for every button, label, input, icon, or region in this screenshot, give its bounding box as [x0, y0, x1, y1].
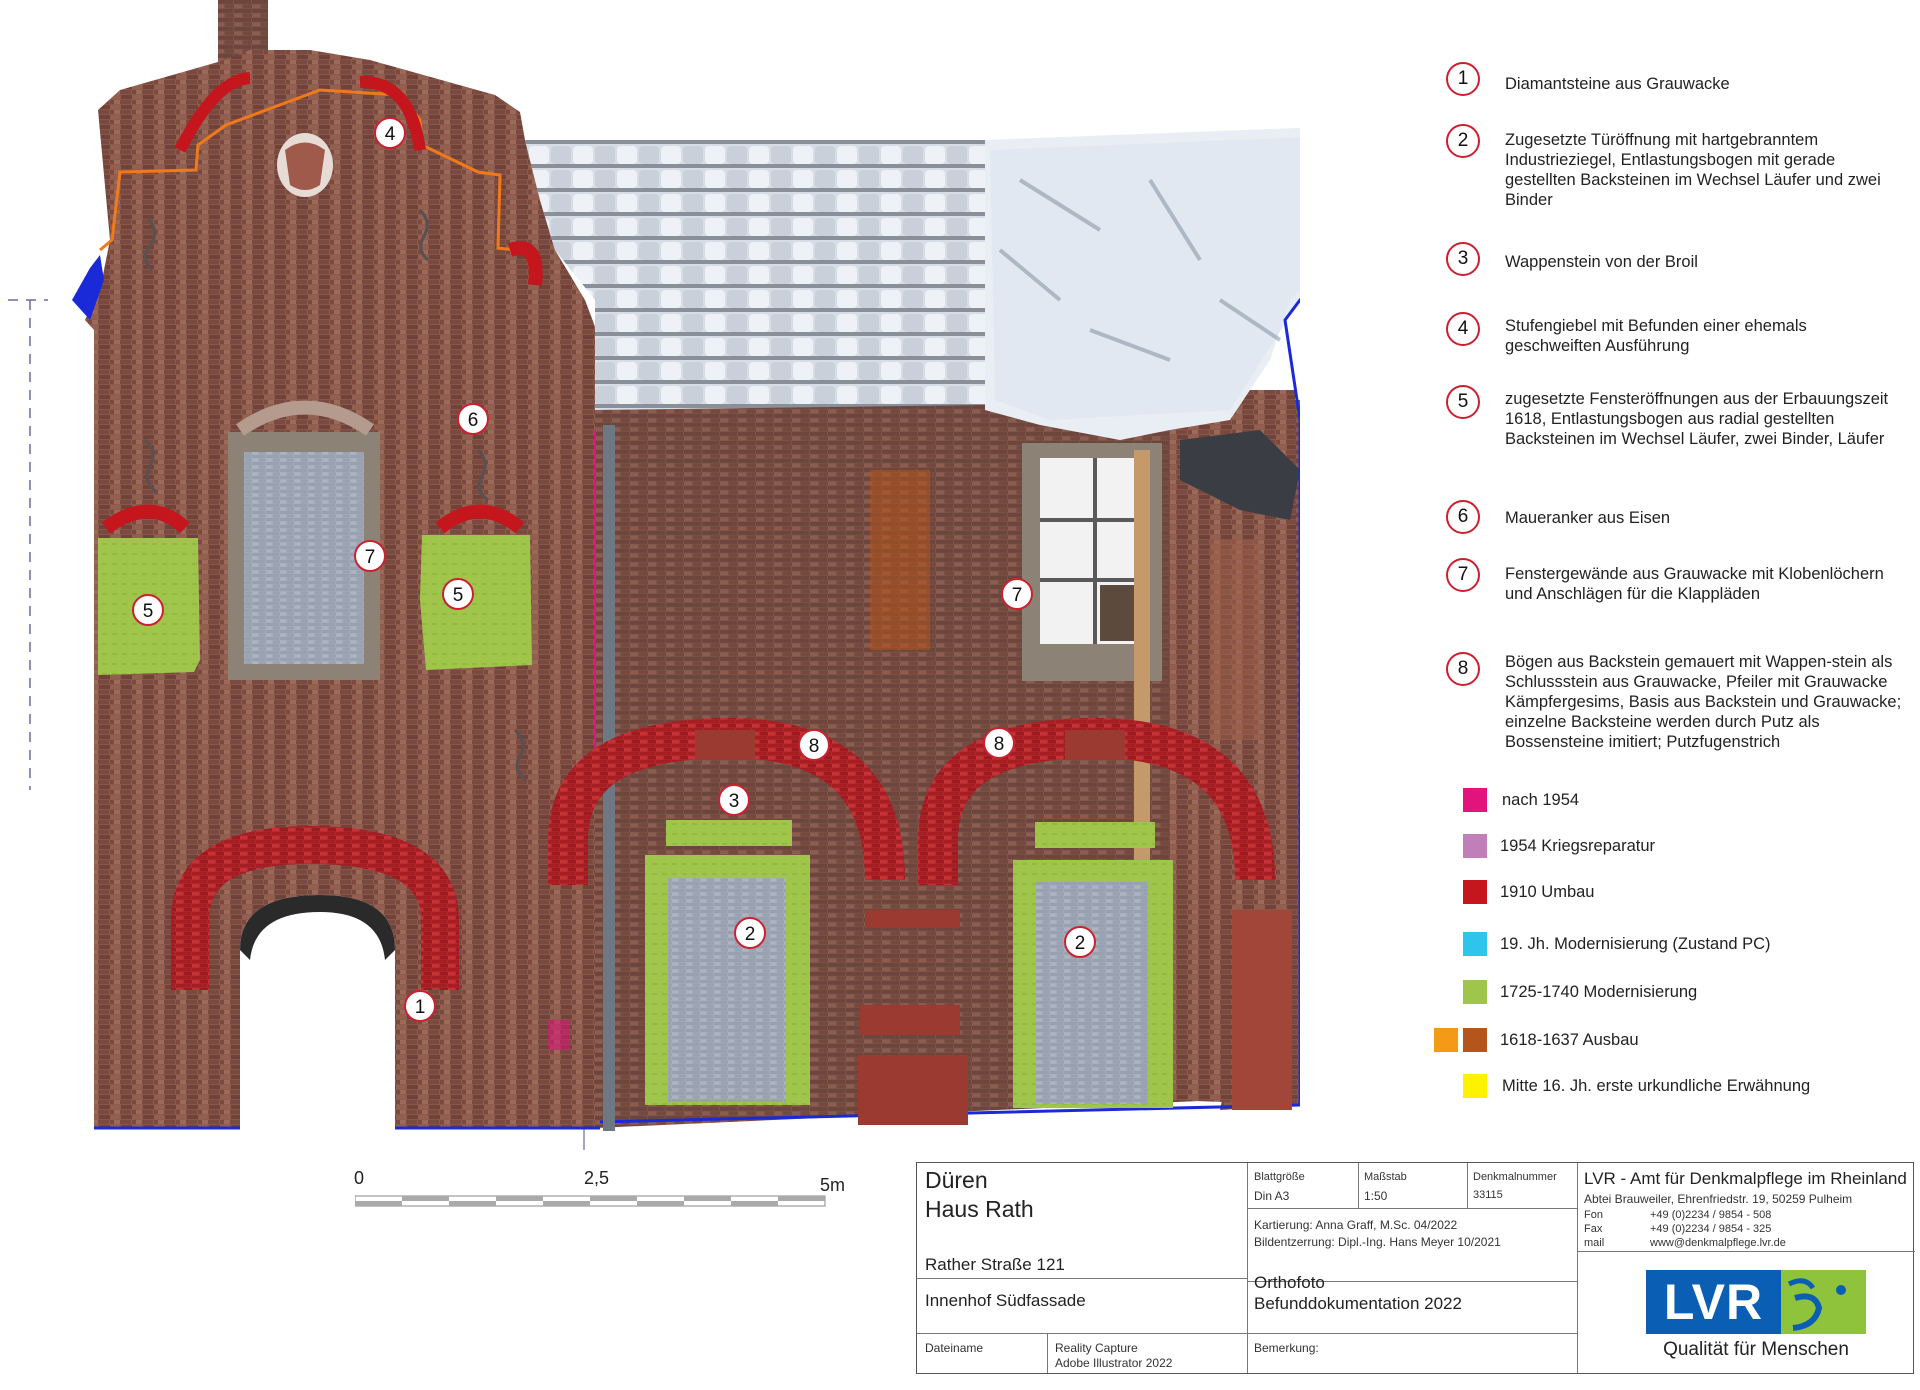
- legend-text: Wappenstein von der Broil: [1505, 253, 1698, 271]
- marker-5: 5: [442, 578, 474, 610]
- org-name: LVR - Amt für Denkmalpflege im Rheinland: [1584, 1169, 1907, 1188]
- scale-value: 1:50: [1364, 1189, 1388, 1203]
- legend-text: Maueranker aus Eisen: [1505, 509, 1671, 527]
- legend-number: 2: [1446, 124, 1480, 158]
- title-street: Rather Straße 121: [925, 1255, 1065, 1274]
- legend-number: 7: [1446, 558, 1480, 592]
- lvr-logo-text: LVR: [1663, 1274, 1764, 1330]
- legend-text: Stufengiebel mit Befunden einer ehemals …: [1505, 317, 1807, 355]
- rectification-credit: Bildentzerrung: Dipl.-Ing. Hans Meyer 10…: [1254, 1235, 1501, 1249]
- marker-8: 8: [798, 729, 830, 761]
- scale-bar-graphic: [355, 1195, 826, 1207]
- sheet-size-value: Din A3: [1254, 1189, 1290, 1203]
- marker-2: 2: [1064, 926, 1096, 958]
- fon-value: +49 (0)2234 / 9854 - 508: [1650, 1209, 1772, 1221]
- svg-text:8: 8: [809, 736, 820, 757]
- monument-value: 33115: [1473, 1189, 1503, 1201]
- file-line-1: Reality Capture: [1055, 1341, 1138, 1355]
- marker-8: 8: [983, 727, 1015, 759]
- fax-label: Fax: [1584, 1223, 1603, 1235]
- doc-type-1: Orthofoto: [1254, 1273, 1325, 1292]
- legend-number: 1: [1446, 62, 1480, 96]
- fon-label: Fon: [1584, 1209, 1603, 1221]
- marker-5: 5: [132, 594, 164, 626]
- remark-label: Bemerkung:: [1254, 1341, 1319, 1355]
- swatch-yellow: [1463, 1074, 1487, 1098]
- legend-text: Diamantsteine aus Grauwacke: [1505, 75, 1730, 93]
- title-building: Haus Rath: [925, 1196, 1034, 1222]
- phase-label: nach 1954: [1502, 791, 1580, 809]
- mail-value: www@denkmalpflege.lvr.de: [1650, 1237, 1786, 1249]
- marker-3: 3: [718, 784, 750, 816]
- svg-text:6: 6: [468, 410, 479, 431]
- org-address: Abtei Brauweiler, Ehrenfriedstr. 19, 502…: [1584, 1192, 1853, 1206]
- legend-number: 3: [1446, 242, 1480, 276]
- svg-text:2: 2: [745, 924, 756, 945]
- marker-2: 2: [734, 917, 766, 949]
- svg-text:5: 5: [143, 601, 154, 622]
- phase-label: 1910 Umbau: [1500, 883, 1595, 901]
- swatch-mauve: [1463, 834, 1487, 858]
- svg-text:7: 7: [1012, 585, 1023, 606]
- monument-label: Denkmalnummer: [1473, 1171, 1557, 1183]
- svg-text:3: 3: [729, 791, 740, 812]
- phase-label: 19. Jh. Modernisierung (Zustand PC): [1500, 935, 1771, 953]
- swatch-cyan: [1463, 932, 1487, 956]
- marker-layer: 1 2 2 3 4 5 5 6 7 7 8 8: [132, 117, 1096, 1022]
- lvr-smile-icon: [1787, 1278, 1846, 1331]
- mail-label: mail: [1584, 1237, 1605, 1249]
- svg-text:4: 4: [385, 124, 396, 145]
- marker-7: 7: [1001, 578, 1033, 610]
- title-city: Düren: [925, 1167, 988, 1193]
- marker-6: 6: [457, 403, 489, 435]
- lvr-logo: LVR: [1646, 1270, 1866, 1334]
- file-label: Dateiname: [925, 1341, 984, 1355]
- legend-number: 5: [1446, 385, 1480, 419]
- legend-number: 6: [1446, 500, 1480, 534]
- legend-number: 8: [1446, 652, 1480, 686]
- phase-label: Mitte 16. Jh. erste urkundliche Erwähnun…: [1502, 1077, 1811, 1095]
- svg-text:8: 8: [994, 734, 1005, 755]
- fax-value: +49 (0)2234 / 9854 - 325: [1650, 1223, 1772, 1235]
- legend-number: 4: [1446, 312, 1480, 346]
- swatch-green: [1463, 980, 1487, 1004]
- svg-text:1: 1: [415, 997, 426, 1018]
- svg-text:5: 5: [453, 585, 464, 606]
- lvr-slogan: Qualität für Menschen: [1663, 1339, 1849, 1360]
- marker-7: 7: [354, 540, 386, 572]
- marker-1: 1: [404, 990, 436, 1022]
- legend-text: Zugesetzte Türöffnung mit hartgebranntem…: [1505, 131, 1881, 209]
- sheet-size-label: Blattgröße: [1254, 1171, 1305, 1183]
- scale-label: Maßstab: [1364, 1171, 1407, 1183]
- svg-text:7: 7: [365, 547, 376, 568]
- title-block: Düren Haus Rath Rather Straße 121 Innenh…: [916, 1162, 1915, 1374]
- swatch-magenta: [1463, 788, 1487, 812]
- scale-label-mid: 2,5: [584, 1168, 610, 1188]
- phase-label: 1725-1740 Modernisierung: [1500, 983, 1698, 1001]
- legend-text: Bögen aus Backstein gemauert mit Wappen-…: [1505, 653, 1902, 751]
- legend-text: zugesetzte Fensteröffnungen aus der Erba…: [1505, 390, 1889, 448]
- swatch-brown: [1463, 1028, 1487, 1052]
- marker-4: 4: [374, 117, 406, 149]
- doc-type-2: Befunddokumentation 2022: [1254, 1294, 1462, 1313]
- legend: 1 Diamantsteine aus Grauwacke 2 Zugesetz…: [1434, 0, 1910, 1130]
- mapping-credit: Kartierung: Anna Graff, M.Sc. 04/2022: [1254, 1218, 1458, 1232]
- phase-label: 1954 Kriegsreparatur: [1500, 837, 1656, 855]
- file-line-2: Adobe Illustrator 2022: [1055, 1356, 1173, 1370]
- title-view: Innenhof Südfassade: [925, 1291, 1086, 1310]
- phase-label: 1618-1637 Ausbau: [1500, 1031, 1639, 1049]
- legend-text: Fenstergewände aus Grauwacke mit Klobenl…: [1505, 565, 1884, 603]
- scale-label-zero: 0: [354, 1168, 365, 1188]
- svg-text:2: 2: [1075, 933, 1086, 954]
- swatch-red: [1463, 880, 1487, 904]
- swatch-orange: [1434, 1028, 1458, 1052]
